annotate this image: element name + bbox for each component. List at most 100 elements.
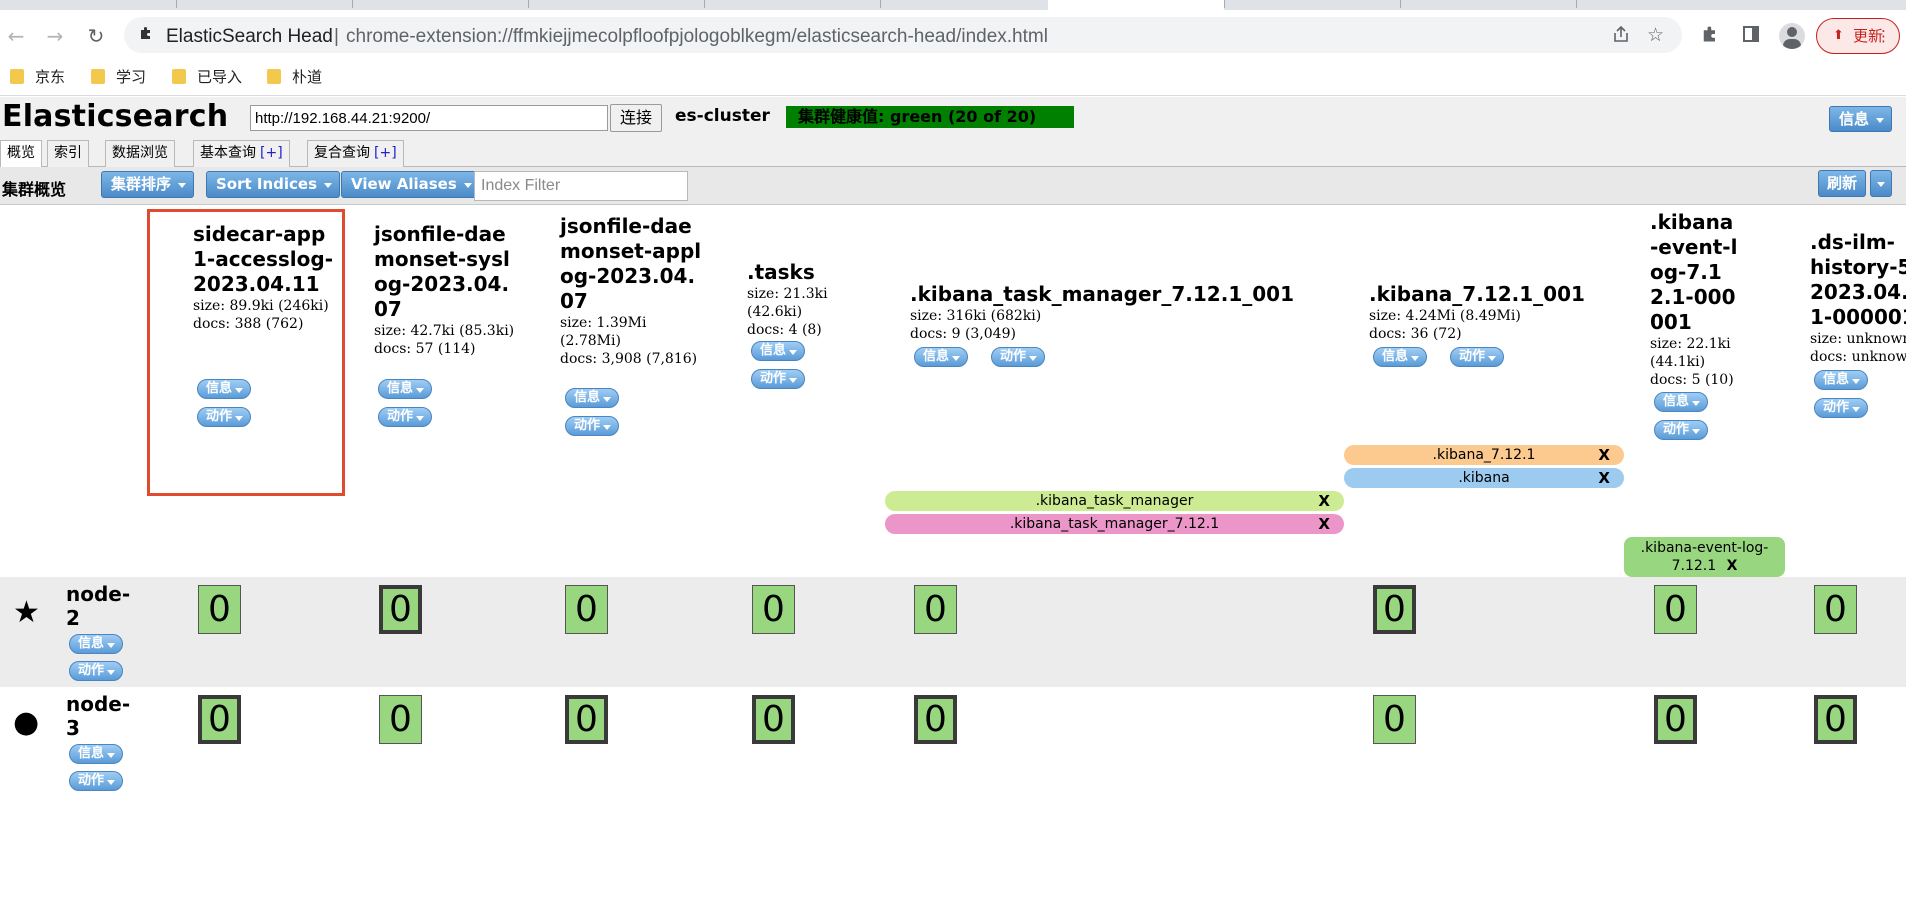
index-info-button[interactable]: 信息 [914, 347, 969, 367]
shard-replica[interactable]: 0 [379, 695, 422, 744]
tab-label: 复合查询 [314, 145, 370, 161]
shard-replica[interactable]: 0 [1373, 695, 1416, 744]
index-info-button[interactable]: 信息 [751, 341, 806, 361]
index-size: size: 316ki (682ki) [910, 308, 1042, 324]
index-filter-input[interactable] [474, 171, 688, 201]
extensions-icon[interactable] [1700, 24, 1720, 49]
index-name[interactable]: .kibana_task_manager_7.12.1_001 [910, 282, 1330, 307]
index-info-button[interactable]: 信息 [1373, 347, 1428, 367]
sort-indices-button[interactable]: Sort Indices [206, 171, 341, 198]
forward-icon[interactable]: → [43, 24, 67, 48]
node-action-button[interactable]: 动作 [69, 771, 124, 791]
index-name[interactable]: jsonfile-daemonset-syslog-2023.04.07 [374, 222, 516, 322]
info-dropdown-button[interactable]: 信息 [1829, 106, 1893, 132]
connect-button[interactable]: 连接 [610, 104, 662, 132]
shard-replica[interactable]: 0 [565, 585, 608, 634]
bookmark-star-icon[interactable]: ☆ [1647, 24, 1664, 46]
index-action-button[interactable]: 动作 [1814, 398, 1869, 418]
alias-label[interactable]: .kibana_task_manager X [885, 491, 1344, 511]
alias-label[interactable]: .kibana X [1344, 468, 1624, 488]
bookmark-folder-jd[interactable]: 京东 [10, 66, 65, 87]
shard-primary[interactable]: 0 [914, 695, 957, 744]
alias-name: .kibana_7.12.1 [1432, 447, 1536, 463]
share-icon[interactable] [1611, 24, 1631, 49]
index-action-button[interactable]: 动作 [378, 407, 433, 427]
index-action-button[interactable]: 动作 [1450, 347, 1505, 367]
browser-tab-active[interactable] [1048, 0, 1224, 10]
close-icon[interactable]: X [1598, 468, 1610, 488]
tab-overview[interactable]: 概览 [0, 140, 42, 168]
index-action-button[interactable]: 动作 [751, 369, 806, 389]
node-name[interactable]: node-2 [66, 582, 136, 630]
side-panel-icon[interactable] [1741, 24, 1761, 49]
shard-primary[interactable]: 0 [565, 695, 608, 744]
index-info-button[interactable]: 信息 [1654, 392, 1709, 412]
shard-replica[interactable]: 0 [1654, 585, 1697, 634]
chevron-down-icon [1029, 356, 1038, 361]
bookmark-folder-pudao[interactable]: 朴道 [267, 66, 322, 87]
chevron-down-icon [416, 388, 425, 393]
profile-avatar-icon[interactable] [1779, 23, 1805, 49]
index-info-button[interactable]: 信息 [1814, 370, 1869, 390]
sort-cluster-button[interactable]: 集群排序 [101, 171, 195, 198]
update-button[interactable]: ⬆ 更新 ⋮ [1816, 18, 1900, 54]
chevron-down-icon [324, 183, 333, 188]
bookmark-folder-imported[interactable]: 已导入 [172, 66, 242, 87]
shard-primary[interactable]: 0 [1373, 585, 1416, 634]
index-name[interactable]: .ds-ilm-history-5-2023.04.11-000001 [1810, 230, 1906, 330]
index-info-button[interactable]: 信息 [378, 379, 433, 399]
alias-label[interactable]: .kibana_7.12.1 X [1344, 445, 1624, 465]
index-info-button[interactable]: 信息 [197, 379, 252, 399]
circle-icon: ● [13, 705, 40, 740]
shard-replica[interactable]: 0 [914, 585, 957, 634]
browser-tab-strip [0, 0, 1906, 10]
index-action-button[interactable]: 动作 [1654, 420, 1709, 440]
connect-url-input[interactable] [250, 105, 608, 131]
index-column-clip: .ds-ilm-history-5-2023.04.11-000001 size… [1810, 230, 1906, 450]
shard-primary[interactable]: 0 [379, 585, 422, 634]
close-icon[interactable]: X [1318, 514, 1330, 534]
close-icon[interactable]: X [1727, 558, 1738, 574]
index-action-button[interactable]: 动作 [197, 407, 252, 427]
shard-primary[interactable]: 0 [752, 695, 795, 744]
shard-replica[interactable]: 0 [198, 585, 241, 634]
tab-basic-query[interactable]: 基本查询 [+] [193, 140, 290, 167]
alias-label[interactable]: .kibana_task_manager_7.12.1 X [885, 514, 1344, 534]
index-name[interactable]: sidecar-app1-accesslog-2023.04.11 [193, 222, 333, 297]
close-icon[interactable]: X [1598, 445, 1610, 465]
tab-browser[interactable]: 数据浏览 [105, 140, 175, 167]
close-icon[interactable]: X [1318, 491, 1330, 511]
index-name[interactable]: .kibana-event-log-7.12.1-000001 [1650, 210, 1740, 335]
shard-replica[interactable]: 0 [1814, 585, 1857, 634]
star-icon: ★ [13, 595, 40, 630]
back-icon[interactable]: ← [4, 24, 28, 48]
node-info-button[interactable]: 信息 [69, 634, 124, 654]
index-action-button[interactable]: 动作 [991, 347, 1046, 367]
refresh-button[interactable]: 刷新 [1818, 170, 1867, 197]
node-info-button[interactable]: 信息 [69, 744, 124, 764]
index-size: size: 4.24Mi (8.49Mi) [1369, 308, 1521, 324]
shard-primary[interactable]: 0 [1654, 695, 1697, 744]
index-name[interactable]: .kibana_7.12.1_001 [1369, 282, 1609, 307]
tab-compound-query[interactable]: 复合查询 [+] [307, 140, 404, 167]
shard-primary[interactable]: 0 [1814, 695, 1857, 744]
index-name[interactable]: jsonfile-daemonset-applog-2023.04.07 [560, 214, 705, 314]
node-name[interactable]: node-3 [66, 692, 136, 740]
shard-replica[interactable]: 0 [752, 585, 795, 634]
refresh-interval-dropdown[interactable] [1870, 170, 1892, 197]
index-info-button[interactable]: 信息 [565, 388, 620, 408]
pill-label: 动作 [1823, 400, 1850, 415]
tab-indices[interactable]: 索引 [47, 140, 89, 167]
address-bar[interactable]: ElasticSearch Head | chrome-extension://… [124, 17, 1682, 53]
node-action-button[interactable]: 动作 [69, 661, 124, 681]
shard-primary[interactable]: 0 [198, 695, 241, 744]
reload-icon[interactable]: ↻ [84, 24, 108, 48]
view-aliases-button[interactable]: View Aliases [341, 171, 480, 198]
tab-add-icon[interactable]: [+] [374, 145, 397, 161]
index-column: .kibana_task_manager_7.12.1_001 size: 31… [910, 282, 1330, 343]
index-name[interactable]: .tasks [747, 260, 857, 285]
alias-label[interactable]: .kibana-event-log-7.12.1 X [1624, 537, 1785, 577]
index-action-button[interactable]: 动作 [565, 416, 620, 436]
tab-add-icon[interactable]: [+] [260, 145, 283, 161]
bookmark-folder-study[interactable]: 学习 [91, 66, 146, 87]
